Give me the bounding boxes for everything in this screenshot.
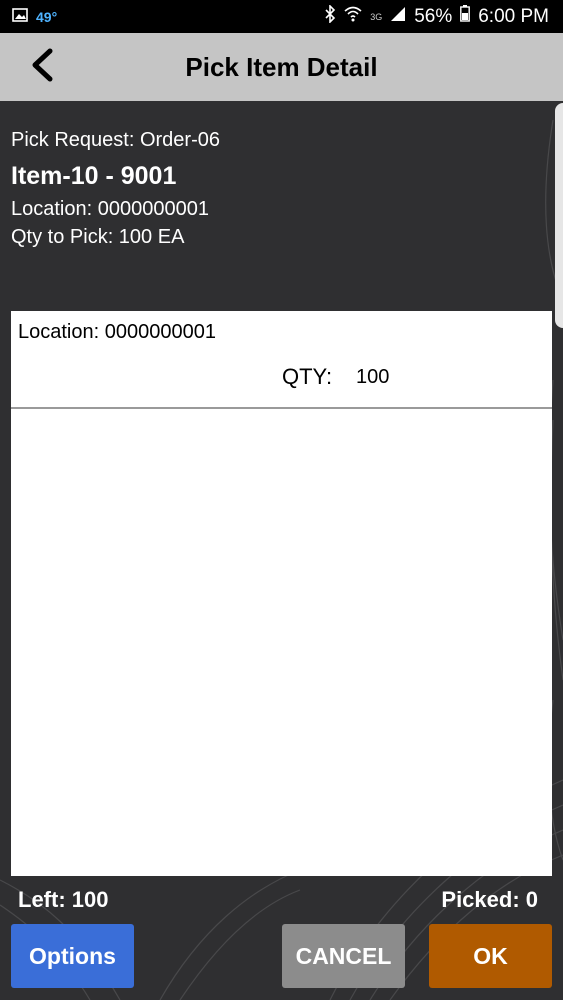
pick-request-label: Pick Request: Order-06 xyxy=(11,129,220,151)
qty-to-pick-label: Qty to Pick: 100 EA xyxy=(11,226,185,248)
chevron-left-icon xyxy=(29,48,55,87)
picked-count: Picked: 0 xyxy=(441,887,538,912)
row-location: Location: 0000000001 xyxy=(18,321,216,343)
list-item[interactable]: Location: 0000000001 QTY: 100 xyxy=(11,311,552,409)
scroll-edge xyxy=(555,103,563,328)
clock: 6:00 PM xyxy=(478,5,549,27)
row-qty-label: QTY: xyxy=(282,364,333,389)
pick-info: Pick Request: Order-06 Item-10 - 9001 Lo… xyxy=(11,126,531,251)
gallery-icon xyxy=(12,6,28,28)
item-title: Item-10 - 9001 xyxy=(11,162,177,190)
ok-button[interactable]: OK xyxy=(429,924,552,988)
bluetooth-icon xyxy=(324,3,336,29)
back-button[interactable] xyxy=(22,47,62,87)
status-bar: 49° 3G 56% 6:00 PM xyxy=(0,0,563,33)
temperature: 49° xyxy=(36,8,58,25)
signal-icon xyxy=(390,6,406,28)
battery-percent: 56% xyxy=(414,5,453,27)
options-button[interactable]: Options xyxy=(11,924,134,988)
row-qty-value: 100 xyxy=(356,366,390,388)
cancel-button[interactable]: CANCEL xyxy=(282,924,405,988)
network-type: 3G xyxy=(370,11,383,22)
location-label: Location: 0000000001 xyxy=(11,198,209,220)
wifi-icon xyxy=(344,6,362,28)
left-count: Left: 100 xyxy=(18,887,109,912)
app-header: Pick Item Detail xyxy=(0,33,563,101)
battery-icon xyxy=(460,5,471,28)
pick-location-list[interactable]: Location: 0000000001 QTY: 100 xyxy=(11,311,552,876)
page-title: Pick Item Detail xyxy=(185,51,378,82)
